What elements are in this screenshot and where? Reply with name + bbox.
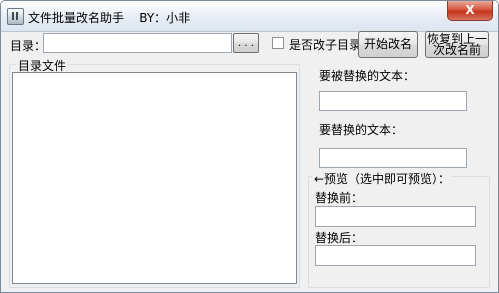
rename-subdir-label: 是否改子目录 xyxy=(289,38,362,52)
preview-group-title: ←预览（选中即可预览）： xyxy=(312,170,453,187)
restore-label-line2: 次改名前 xyxy=(432,43,481,57)
window-title: 文件批量改名助手 BY：小非 xyxy=(28,11,191,25)
replace-text-label: 要替换的文本： xyxy=(319,123,404,137)
file-list[interactable] xyxy=(12,72,297,284)
app-icon xyxy=(7,8,24,25)
client-area: 目录： . . . 是否改子目录 开始改名 恢复到上一 次改名前 目录文件 要被… xyxy=(1,31,498,292)
close-icon: X xyxy=(465,3,475,17)
rename-subdir-checkbox[interactable] xyxy=(272,37,284,49)
directory-label: 目录： xyxy=(10,39,47,53)
find-text-label: 要被替换的文本： xyxy=(319,69,416,83)
title-bar: 文件批量改名助手 BY：小非 X xyxy=(1,1,498,32)
preview-before-field[interactable] xyxy=(315,206,476,227)
app-window: 文件批量改名助手 BY：小非 X 目录： . . . 是否改子目录 开始改名 恢… xyxy=(0,0,499,293)
replace-text-input[interactable] xyxy=(319,148,467,168)
directory-input[interactable] xyxy=(43,33,232,53)
preview-after-field[interactable] xyxy=(315,245,476,266)
close-button[interactable]: X xyxy=(447,1,493,21)
restore-button[interactable]: 恢复到上一 次改名前 xyxy=(425,31,489,58)
browse-button[interactable]: . . . xyxy=(233,33,259,53)
preview-after-label: 替换后： xyxy=(315,231,364,245)
find-text-input[interactable] xyxy=(319,91,467,111)
start-rename-button[interactable]: 开始改名 xyxy=(358,31,418,58)
preview-before-label: 替换前： xyxy=(315,191,364,205)
